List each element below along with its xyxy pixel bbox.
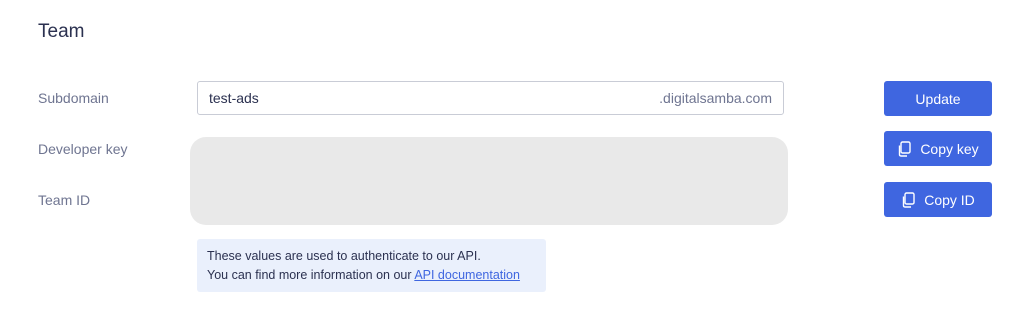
subdomain-input[interactable] xyxy=(198,83,660,113)
subdomain-label: Subdomain xyxy=(38,90,109,106)
api-info-box: These values are used to authenticate to… xyxy=(197,239,546,292)
info-line-2-text: You can find more information on our xyxy=(207,268,415,282)
team-settings-panel: Team Subdomain Developer key Team ID .di… xyxy=(0,0,1035,313)
team-id-label: Team ID xyxy=(38,192,91,208)
copy-icon xyxy=(901,191,915,208)
subdomain-suffix: .digitalsamba.com xyxy=(659,90,772,106)
copy-id-button[interactable]: Copy ID xyxy=(884,182,992,217)
copy-key-button-label: Copy key xyxy=(920,140,979,157)
api-documentation-link[interactable]: API documentation xyxy=(414,268,520,282)
section-title: Team xyxy=(38,21,85,42)
info-line-2: You can find more information on our API… xyxy=(207,266,536,285)
update-button[interactable]: Update xyxy=(884,81,992,116)
subdomain-field[interactable]: .digitalsamba.com xyxy=(197,81,784,115)
info-line-1: These values are used to authenticate to… xyxy=(207,249,481,263)
copy-id-button-label: Copy ID xyxy=(924,191,975,208)
copy-icon xyxy=(897,140,912,157)
masked-credentials-area xyxy=(190,137,788,225)
copy-key-button[interactable]: Copy key xyxy=(884,131,992,166)
developer-key-label: Developer key xyxy=(38,141,128,157)
update-button-label: Update xyxy=(915,90,961,107)
